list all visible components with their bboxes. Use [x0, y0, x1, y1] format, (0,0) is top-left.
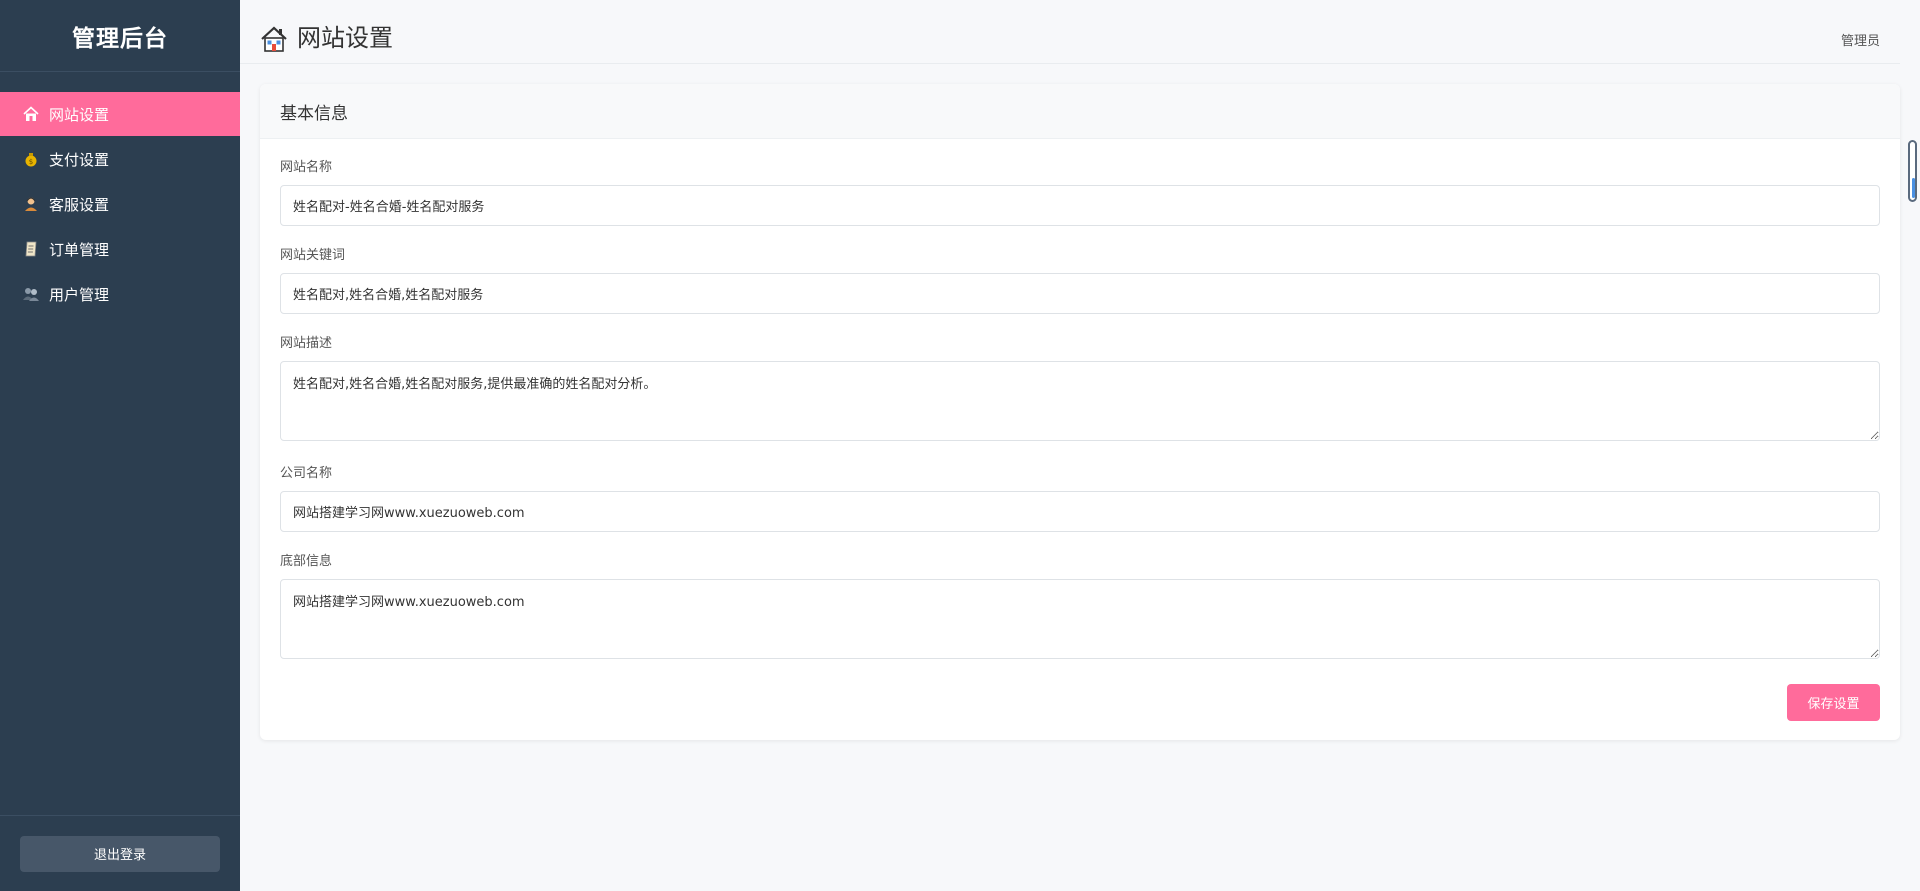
sidebar-nav: 网站设置 $ 支付设置 客服设置 订单管理 用户管理 — [0, 92, 240, 316]
brand-title: 管理后台 — [0, 0, 240, 72]
site-keywords-label: 网站关键词 — [280, 248, 346, 263]
footer-info-textarea[interactable]: 网站搭建学习网www.xuezuoweb.com — [280, 579, 1880, 659]
agent-icon — [22, 195, 40, 213]
sidebar-footer: 退出登录 — [0, 815, 240, 891]
sidebar-item-site-settings[interactable]: 网站设置 — [0, 92, 240, 136]
site-keywords-input[interactable] — [280, 273, 1880, 314]
money-bag-icon: $ — [22, 150, 40, 168]
form-group-footer-info: 底部信息 网站搭建学习网www.xuezuoweb.com — [280, 554, 1880, 663]
sidebar-item-order-management[interactable]: 订单管理 — [0, 227, 240, 271]
page-title: 网站设置 — [297, 24, 393, 52]
sidebar: 管理后台 网站设置 $ 支付设置 客服设置 订单管理 用户管理 退出登录 — [0, 0, 240, 891]
sidebar-item-label: 客服设置 — [49, 195, 110, 214]
sidebar-item-label: 用户管理 — [49, 285, 110, 304]
site-description-label: 网站描述 — [280, 336, 333, 351]
save-settings-button[interactable]: 保存设置 — [1787, 684, 1880, 721]
card-title: 基本信息 — [260, 84, 1900, 139]
order-doc-icon — [22, 240, 40, 258]
scrollbar-thumb[interactable] — [1908, 140, 1917, 202]
topbar: 网站设置 管理员 — [240, 0, 1900, 64]
form-group-site-description: 网站描述 姓名配对,姓名合婚,姓名配对服务,提供最准确的姓名配对分析。 — [280, 336, 1880, 445]
users-icon — [22, 285, 40, 303]
form-group-site-keywords: 网站关键词 — [280, 248, 1880, 314]
svg-text:$: $ — [29, 158, 33, 166]
form-group-site-name: 网站名称 — [280, 160, 1880, 226]
sidebar-item-label: 订单管理 — [49, 240, 110, 259]
company-name-label: 公司名称 — [280, 466, 333, 481]
logout-button[interactable]: 退出登录 — [20, 835, 220, 872]
sidebar-item-label: 支付设置 — [49, 150, 110, 169]
site-description-textarea[interactable]: 姓名配对,姓名合婚,姓名配对服务,提供最准确的姓名配对分析。 — [280, 361, 1880, 441]
sidebar-item-label: 网站设置 — [49, 105, 110, 124]
scrollbar[interactable] — [1900, 0, 1920, 891]
footer-info-label: 底部信息 — [280, 554, 333, 569]
site-name-input[interactable] — [280, 185, 1880, 226]
house-icon — [260, 25, 288, 53]
form-group-company-name: 公司名称 — [280, 466, 1880, 532]
basic-info-card: 基本信息 网站名称 网站关键词 网站描述 姓名配对,姓名合婚,姓名配对服务,提供… — [260, 84, 1900, 740]
sidebar-item-user-management[interactable]: 用户管理 — [0, 272, 240, 316]
site-name-label: 网站名称 — [280, 160, 333, 175]
sidebar-item-payment-settings[interactable]: $ 支付设置 — [0, 137, 240, 181]
main-content: 网站设置 管理员 基本信息 网站名称 网站关键词 网站描述 姓名配对,姓名合婚,… — [240, 0, 1900, 891]
house-icon — [22, 105, 40, 123]
user-label[interactable]: 管理员 — [1841, 30, 1880, 49]
company-name-input[interactable] — [280, 491, 1880, 532]
sidebar-item-service-settings[interactable]: 客服设置 — [0, 182, 240, 226]
